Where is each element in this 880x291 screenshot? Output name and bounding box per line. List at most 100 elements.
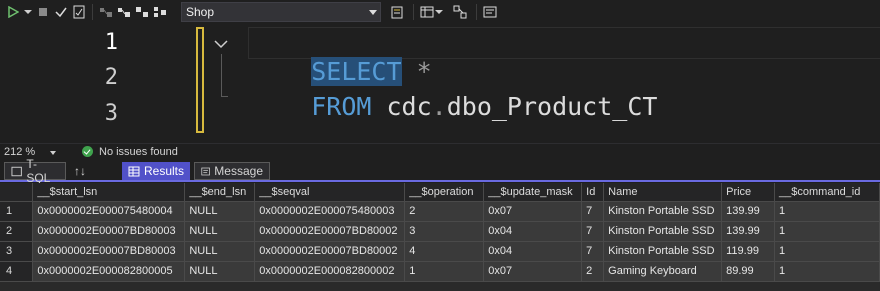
include-plan-icon[interactable] xyxy=(115,3,133,21)
column-header[interactable]: __$end_lsn xyxy=(184,183,256,202)
column-header[interactable]: Name xyxy=(603,183,723,202)
grid-icon xyxy=(128,166,140,176)
table-cell[interactable]: 1 xyxy=(774,221,880,242)
line-number: 3 xyxy=(104,101,118,126)
table-cell[interactable]: Kinston Portable SSD xyxy=(603,221,723,242)
table-cell[interactable]: NULL xyxy=(184,261,256,282)
table-cell[interactable]: 1 xyxy=(404,261,485,282)
chevron-down-icon xyxy=(369,10,377,15)
table-cell[interactable]: 0x0000002E000075480003 xyxy=(254,201,406,222)
toolbar-separator xyxy=(413,4,414,20)
tab-label: Results xyxy=(143,164,184,178)
line-number: 2 xyxy=(104,65,118,90)
results-tabs: T-SQL ↑↓ Results Message xyxy=(0,157,880,185)
table-row[interactable]: 2 0x0000002E00007BD80003 NULL 0x0000002E… xyxy=(0,221,880,242)
tab-sort[interactable]: ↑↓ xyxy=(68,162,120,180)
issues-text: No issues found xyxy=(99,145,178,158)
column-header[interactable]: __$seqval xyxy=(254,183,406,202)
code-line-2[interactable]: FROM cdc.dbo_Product_CT xyxy=(251,63,657,150)
message-icon xyxy=(201,167,210,175)
table-cell[interactable]: NULL xyxy=(184,201,256,222)
column-header[interactable]: Price xyxy=(721,183,776,202)
table-cell[interactable]: 0x0000002E00007BD80002 xyxy=(254,221,406,242)
table-cell[interactable]: 139.99 xyxy=(721,221,776,242)
table-cell[interactable]: 0x0000002E000082800002 xyxy=(254,261,406,282)
row-number[interactable]: 3 xyxy=(0,241,34,262)
client-stats-icon[interactable] xyxy=(151,3,169,21)
table-name: dbo_Product_CT xyxy=(446,92,658,121)
table-cell[interactable]: 1 xyxy=(774,241,880,262)
document-icon xyxy=(11,166,22,176)
table-cell[interactable]: 3 xyxy=(404,221,485,242)
table-cell[interactable]: 1 xyxy=(774,261,880,282)
header-row: __$start_lsn __$end_lsn __$seqval __$ope… xyxy=(0,183,880,202)
tab-message[interactable]: Message xyxy=(194,162,270,180)
dropdown-icon[interactable] xyxy=(22,3,34,21)
results-text-icon[interactable] xyxy=(451,3,469,21)
column-header[interactable]: __$command_id xyxy=(774,183,880,202)
zoom-select[interactable]: 212 % xyxy=(0,146,62,158)
query-editor[interactable]: 1 2 3 SELECT * FROM cdc.dbo_Product_CT xyxy=(0,24,880,143)
include-stats-icon[interactable] xyxy=(133,3,151,21)
stop-icon[interactable] xyxy=(34,3,52,21)
table-cell[interactable]: Kinston Portable SSD xyxy=(603,201,723,222)
table-cell[interactable]: 0x0000002E000082800005 xyxy=(32,261,186,282)
table-cell[interactable]: 0x07 xyxy=(483,261,583,282)
collapse-icon[interactable] xyxy=(213,37,229,49)
check-circle-icon xyxy=(82,146,93,157)
table-row[interactable]: 3 0x0000002E00007BD80003 NULL 0x0000002E… xyxy=(0,241,880,262)
row-number-header[interactable] xyxy=(0,183,34,202)
sort-arrows-icon: ↑↓ xyxy=(74,164,86,178)
table-cell[interactable]: 4 xyxy=(404,241,485,262)
table-cell[interactable]: Kinston Portable SSD xyxy=(603,241,723,262)
table-cell[interactable]: NULL xyxy=(184,221,256,242)
table-cell[interactable]: 7 xyxy=(581,221,605,242)
column-header[interactable]: __$update_mask xyxy=(483,183,583,202)
display-plan-icon[interactable] xyxy=(97,3,115,21)
change-tracking-bar xyxy=(196,27,204,133)
toolbar: Shop xyxy=(0,0,880,24)
parse-icon[interactable] xyxy=(70,3,88,21)
table-cell[interactable]: 7 xyxy=(581,241,605,262)
table-cell[interactable]: 0x0000002E00007BD80003 xyxy=(32,241,186,262)
table-cell[interactable]: 0x0000002E00007BD80002 xyxy=(254,241,406,262)
fold-guide xyxy=(221,54,222,96)
column-header[interactable]: __$operation xyxy=(404,183,485,202)
row-number[interactable]: 2 xyxy=(0,221,34,242)
results-file-icon[interactable] xyxy=(481,3,499,21)
schema-name: cdc xyxy=(386,92,432,121)
table-cell[interactable]: 7 xyxy=(581,201,605,222)
table-row[interactable]: 4 0x0000002E000082800005 NULL 0x0000002E… xyxy=(0,261,880,282)
chevron-down-icon xyxy=(50,150,56,155)
editor-status-bar: 212 % No issues found xyxy=(0,143,880,159)
results-dropdown-icon[interactable] xyxy=(434,3,444,21)
column-header[interactable]: Id xyxy=(581,183,605,202)
row-number[interactable]: 1 xyxy=(0,201,34,222)
issues-indicator[interactable]: No issues found xyxy=(82,146,178,158)
table-cell[interactable]: 139.99 xyxy=(721,201,776,222)
table-row[interactable]: 1 0x0000002E000075480004 NULL 0x0000002E… xyxy=(0,201,880,222)
column-header[interactable]: __$start_lsn xyxy=(32,183,186,202)
fold-guide-end xyxy=(221,96,228,97)
play-icon[interactable] xyxy=(4,3,22,21)
table-cell[interactable]: 119.99 xyxy=(721,241,776,262)
table-cell[interactable]: 0x07 xyxy=(483,201,583,222)
table-cell[interactable]: 0x0000002E000075480004 xyxy=(32,201,186,222)
intellisense-icon[interactable] xyxy=(388,3,406,21)
tab-results[interactable]: Results xyxy=(122,162,190,180)
table-cell[interactable]: 0x0000002E00007BD80003 xyxy=(32,221,186,242)
check-icon[interactable] xyxy=(52,3,70,21)
row-number[interactable]: 4 xyxy=(0,261,34,282)
table-cell[interactable]: 0x04 xyxy=(483,221,583,242)
table-cell[interactable]: 89.99 xyxy=(721,261,776,282)
table-cell[interactable]: 0x04 xyxy=(483,241,583,262)
results-grid[interactable]: __$start_lsn __$end_lsn __$seqval __$ope… xyxy=(0,183,880,291)
database-select[interactable]: Shop xyxy=(181,2,381,22)
table-cell[interactable]: Gaming Keyboard xyxy=(603,261,723,282)
database-name: Shop xyxy=(186,5,215,19)
table-cell[interactable]: 2 xyxy=(404,201,485,222)
table-cell[interactable]: 1 xyxy=(774,201,880,222)
table-cell[interactable]: NULL xyxy=(184,241,256,262)
table-cell[interactable]: 2 xyxy=(581,261,605,282)
tab-tsql[interactable]: T-SQL xyxy=(4,157,66,185)
